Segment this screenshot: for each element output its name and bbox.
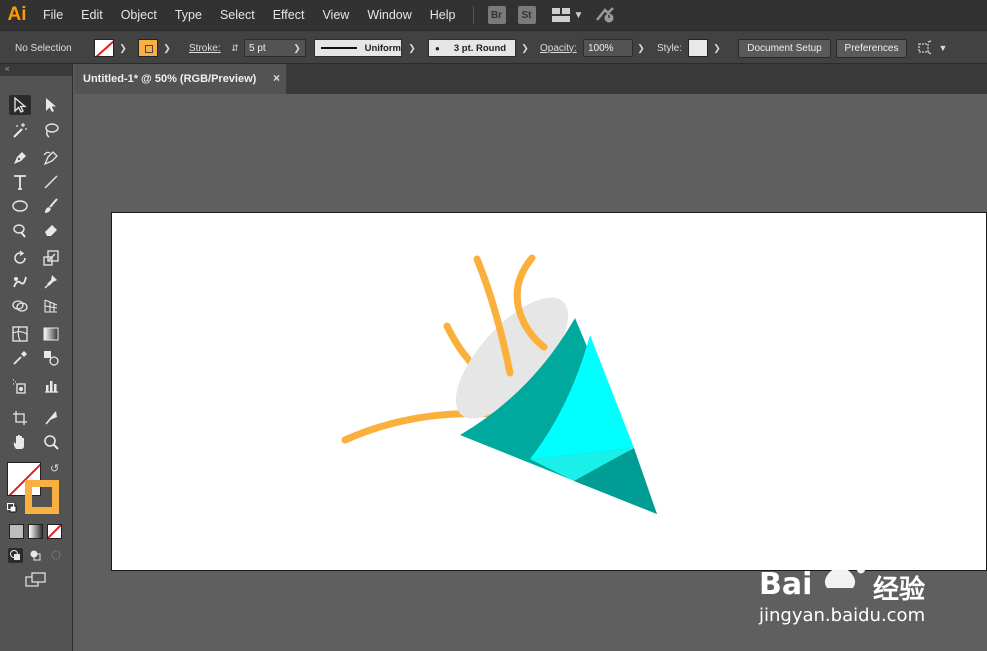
workspace-icon[interactable] <box>551 8 570 22</box>
chevron-down-icon[interactable]: ❯ <box>518 39 532 57</box>
tab-title: Untitled-1* @ 50% (RGB/Preview) <box>83 73 257 85</box>
stroke-proxy[interactable] <box>25 480 59 514</box>
tools-panel: « ↺ <box>0 64 73 651</box>
rotate-tool-icon[interactable] <box>9 248 31 268</box>
opacity-field[interactable]: 100% <box>583 39 633 57</box>
style-label: Style: <box>657 42 683 54</box>
perspective-grid-tool-icon[interactable] <box>40 296 62 316</box>
color-mode-icon[interactable] <box>9 524 24 539</box>
graphic-style-swatch[interactable] <box>688 39 708 57</box>
chevron-down-icon[interactable]: ❯ <box>710 39 724 57</box>
brush-label: 3 pt. Round <box>453 42 507 54</box>
menu-object[interactable]: Object <box>112 0 166 30</box>
fill-dropdown-icon[interactable]: ❯ <box>116 39 130 57</box>
party-popper-artwork[interactable] <box>112 213 987 572</box>
baidu-jingyan-watermark: Bai 经验 jingyan.baidu.com <box>757 543 987 633</box>
fill-swatch[interactable] <box>94 39 114 57</box>
collapse-panel-icon[interactable]: « <box>0 64 72 76</box>
arrange-documents-icon[interactable] <box>916 40 934 56</box>
none-mode-icon[interactable] <box>47 524 62 539</box>
paintbrush-tool-icon[interactable] <box>40 196 62 216</box>
type-tool-icon[interactable] <box>9 172 31 192</box>
eyedropper-tool-icon[interactable] <box>9 348 31 368</box>
symbol-sprayer-tool-icon[interactable] <box>9 376 31 396</box>
document-tab-bar: Untitled-1* @ 50% (RGB/Preview) × <box>74 64 987 94</box>
line-segment-tool-icon[interactable] <box>40 172 62 192</box>
zoom-tool-icon[interactable] <box>40 432 62 452</box>
menu-help[interactable]: Help <box>421 0 465 30</box>
gradient-tool-icon[interactable] <box>40 324 62 344</box>
stock-icon[interactable]: St <box>517 6 536 24</box>
magic-wand-tool-icon[interactable] <box>9 120 31 140</box>
lasso-tool-icon[interactable] <box>40 120 62 140</box>
stroke-dropdown-icon[interactable]: ❯ <box>160 39 174 57</box>
chevron-down-icon[interactable]: ❯ <box>405 39 419 57</box>
tab-untitled-1[interactable]: Untitled-1* @ 50% (RGB/Preview) × <box>74 64 286 94</box>
menu-type[interactable]: Type <box>166 0 211 30</box>
hand-tool-icon[interactable] <box>9 432 31 452</box>
brush-dot-icon: ● <box>435 43 440 53</box>
chevron-right-icon[interactable]: ❯ <box>634 39 648 57</box>
brush-definition[interactable]: ● 3 pt. Round <box>428 39 516 57</box>
draw-inside-icon[interactable] <box>49 548 64 563</box>
ellipse-tool-icon[interactable] <box>9 196 31 216</box>
scale-tool-icon[interactable] <box>40 248 62 268</box>
warp-tool-icon[interactable] <box>9 272 31 292</box>
menu-bar: Ai File Edit Object Type Select Effect V… <box>0 0 987 30</box>
stroke-label[interactable]: Stroke: <box>189 31 221 65</box>
curvature-tool-icon[interactable] <box>40 148 62 168</box>
selection-status: No Selection <box>15 42 72 54</box>
menu-select[interactable]: Select <box>211 0 264 30</box>
shaper-tool-icon[interactable] <box>9 220 31 240</box>
stroke-stepper-icon[interactable]: ⇵ <box>228 39 242 57</box>
gradient-mode-icon[interactable] <box>28 524 43 539</box>
screen-mode-icon[interactable] <box>25 572 47 588</box>
preferences-button[interactable]: Preferences <box>836 39 907 58</box>
gpu-performance-icon[interactable] <box>595 6 617 24</box>
default-fill-stroke-icon[interactable] <box>7 502 17 513</box>
illustrator-logo: Ai <box>7 4 27 25</box>
direct-selection-tool-icon[interactable] <box>40 95 62 115</box>
watermark-brand-cn: 经验 <box>873 575 926 605</box>
draw-behind-icon[interactable] <box>28 548 43 563</box>
artboard[interactable] <box>111 212 987 571</box>
watermark-url: jingyan.baidu.com <box>759 605 926 626</box>
chevron-down-icon[interactable]: ▼ <box>936 39 950 57</box>
menu-file[interactable]: File <box>34 0 72 30</box>
profile-label: Uniform <box>364 42 401 54</box>
mesh-tool-icon[interactable] <box>9 324 31 344</box>
menu-divider <box>472 6 474 24</box>
pen-tool-icon[interactable] <box>9 148 31 168</box>
puppet-warp-tool-icon[interactable] <box>40 272 62 292</box>
eraser-tool-icon[interactable] <box>40 220 62 240</box>
draw-normal-icon[interactable] <box>8 548 23 563</box>
column-graph-tool-icon[interactable] <box>40 376 62 396</box>
swap-fill-stroke-icon[interactable]: ↺ <box>50 462 59 475</box>
watermark-brand: Bai <box>759 567 813 602</box>
shape-builder-tool-icon[interactable] <box>9 296 31 316</box>
chevron-down-icon[interactable]: ❯ <box>290 39 304 57</box>
stroke-swatch[interactable] <box>138 39 158 57</box>
selection-tool-icon[interactable] <box>9 95 31 115</box>
menu-window[interactable]: Window <box>358 0 420 30</box>
opacity-label[interactable]: Opacity: <box>540 31 577 65</box>
variable-width-profile[interactable]: Uniform <box>314 39 402 57</box>
artboard-tool-icon[interactable] <box>9 408 31 428</box>
document-setup-button[interactable]: Document Setup <box>738 39 831 58</box>
menu-view[interactable]: View <box>313 0 358 30</box>
bridge-icon[interactable]: Br <box>487 6 506 24</box>
menu-effect[interactable]: Effect <box>264 0 314 30</box>
chevron-down-icon[interactable]: ▼ <box>574 10 584 21</box>
menu-edit[interactable]: Edit <box>72 0 112 30</box>
slice-tool-icon[interactable] <box>40 408 62 428</box>
control-bar: No Selection ❯ ❯ Stroke: ⇵ 5 pt ❯ Unifor… <box>0 30 987 64</box>
close-icon[interactable]: × <box>273 71 280 85</box>
blend-tool-icon[interactable] <box>40 348 62 368</box>
